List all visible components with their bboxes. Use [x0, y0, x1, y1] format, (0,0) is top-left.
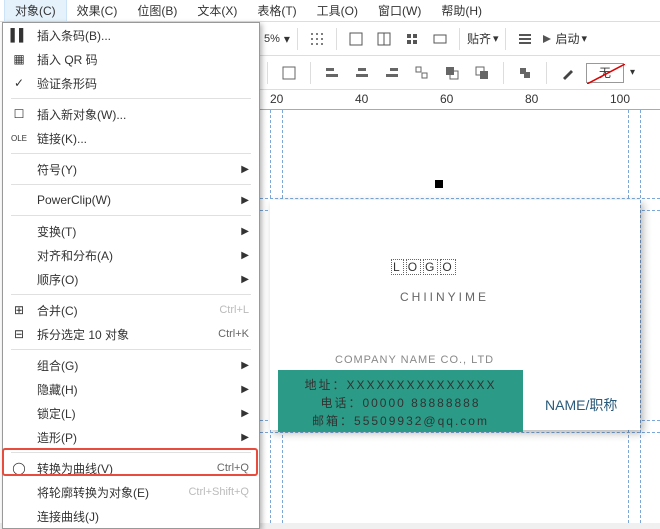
combine-icon: ⊞ [11, 302, 27, 318]
menu-tools[interactable]: 工具(O) [307, 0, 368, 21]
separator [503, 62, 504, 84]
menu-powerclip[interactable]: PowerClip(W)▶ [3, 188, 259, 212]
guide-line[interactable] [260, 432, 660, 433]
break-icon: ⊟ [11, 326, 27, 342]
canvas-workspace[interactable]: LOGO CHIINYIME COMPANY NAME CO., LTD 地址：… [260, 110, 660, 523]
menu-join-curves[interactable]: 连接曲线(J) [3, 504, 259, 528]
object-icon: ☐ [11, 106, 27, 122]
menu-window[interactable]: 窗口(W) [368, 0, 431, 21]
check-icon: ✓ [11, 75, 27, 91]
menu-separator [11, 184, 251, 185]
menu-hide[interactable]: 隐藏(H)▶ [3, 377, 259, 401]
company-text[interactable]: COMPANY NAME CO., LTD [335, 354, 494, 366]
submenu-arrow-icon: ▶ [241, 384, 249, 395]
contact-box[interactable]: 地址：XXXXXXXXXXXXXXX 电话：00000 88888888 邮箱：… [278, 370, 523, 432]
align-right-icon[interactable] [380, 61, 404, 85]
order-back-icon[interactable] [470, 61, 494, 85]
menu-symbols[interactable]: 符号(Y)▶ [3, 157, 259, 181]
menu-lock[interactable]: 锁定(L)▶ [3, 401, 259, 425]
curves-icon: ◯ [11, 460, 27, 476]
menu-help[interactable]: 帮助(H) [431, 0, 492, 21]
separator [336, 28, 337, 50]
qr-icon: ▦ [11, 51, 27, 67]
menu-combine: ⊞合并(C)Ctrl+L [3, 298, 259, 322]
separator [459, 28, 460, 50]
menu-order[interactable]: 顺序(O)▶ [3, 267, 259, 291]
menu-align-distribute[interactable]: 对齐和分布(A)▶ [3, 243, 259, 267]
menu-validate-barcode[interactable]: ✓验证条形码 [3, 71, 259, 95]
guide-line[interactable] [260, 198, 660, 199]
align-center-icon[interactable] [350, 61, 374, 85]
menu-break-apart[interactable]: ⊟拆分选定 10 对象Ctrl+K [3, 322, 259, 346]
tool-icon-c[interactable] [400, 27, 424, 51]
menu-separator [11, 452, 251, 453]
submenu-arrow-icon: ▶ [241, 195, 249, 206]
align-left-icon[interactable] [320, 61, 344, 85]
name-title-text[interactable]: NAME/职称 [545, 395, 617, 415]
menu-insert-object[interactable]: ☐插入新对象(W)... [3, 102, 259, 126]
horizontal-ruler: 20 40 60 80 100 [260, 90, 660, 110]
snap-to-dropdown[interactable]: 贴齐 ▾ [467, 30, 499, 47]
menu-bitmap[interactable]: 位图(B) [127, 0, 187, 21]
separator [310, 62, 311, 84]
menu-object[interactable]: 对象(C) [4, 0, 67, 22]
menu-shaping[interactable]: 造形(P)▶ [3, 425, 259, 449]
zoom-percent[interactable]: 5% [264, 33, 280, 45]
tool-icon-a[interactable] [344, 27, 368, 51]
tool-icon-b[interactable] [372, 27, 396, 51]
object-menu-dropdown: ▌▌插入条码(B)... ▦插入 QR 码 ✓验证条形码 ☐插入新对象(W)..… [2, 22, 260, 529]
submenu-arrow-icon: ▶ [241, 408, 249, 419]
options-icon[interactable] [513, 27, 537, 51]
menu-separator [11, 294, 251, 295]
menu-insert-barcode[interactable]: ▌▌插入条码(B)... [3, 23, 259, 47]
link-icon: OLE [11, 130, 27, 146]
menu-separator [11, 349, 251, 350]
menu-text[interactable]: 文本(X) [187, 0, 247, 21]
menu-convert-to-curves[interactable]: ◯转换为曲线(V)Ctrl+Q [3, 456, 259, 480]
menu-effects[interactable]: 效果(C) [67, 0, 128, 21]
separator [297, 28, 298, 50]
menu-separator [11, 98, 251, 99]
combine-icon[interactable] [513, 61, 537, 85]
submenu-arrow-icon: ▶ [241, 274, 249, 285]
guide-line[interactable] [640, 110, 641, 523]
fill-swatch[interactable]: 无 [586, 63, 624, 83]
menu-separator [11, 215, 251, 216]
tool-icon-d[interactable] [428, 27, 452, 51]
menu-outline-to-object: 将轮廓转换为对象(E)Ctrl+Shift+Q [3, 480, 259, 504]
menu-table[interactable]: 表格(T) [247, 0, 306, 21]
shape-tool-icon[interactable] [277, 61, 301, 85]
menu-insert-qr[interactable]: ▦插入 QR 码 [3, 47, 259, 71]
logo-text[interactable]: LOGO [390, 250, 457, 278]
pen-icon[interactable] [556, 61, 580, 85]
launch-dropdown[interactable]: 启动 ▾ [541, 30, 587, 47]
menu-group[interactable]: 组合(G)▶ [3, 353, 259, 377]
submenu-arrow-icon: ▶ [241, 226, 249, 237]
grid-dots-icon[interactable] [305, 27, 329, 51]
dropdown-arrow-icon[interactable]: ▾ [284, 32, 290, 46]
separator [546, 62, 547, 84]
menu-links[interactable]: OLE链接(K)... [3, 126, 259, 150]
order-front-icon[interactable] [440, 61, 464, 85]
submenu-arrow-icon: ▶ [241, 360, 249, 371]
address-line: 地址：XXXXXXXXXXXXXXX [288, 376, 513, 394]
dropdown-arrow-icon[interactable]: ▾ [630, 67, 635, 78]
menubar: 对象(C) 效果(C) 位图(B) 文本(X) 表格(T) 工具(O) 窗口(W… [0, 0, 660, 22]
phone-line: 电话：00000 88888888 [288, 394, 513, 412]
distribute-icon[interactable] [410, 61, 434, 85]
menu-transform[interactable]: 变换(T)▶ [3, 219, 259, 243]
selection-handle[interactable] [435, 180, 443, 188]
subtitle-text[interactable]: CHIINYIME [400, 290, 489, 304]
submenu-arrow-icon: ▶ [241, 250, 249, 261]
submenu-arrow-icon: ▶ [241, 432, 249, 443]
separator [267, 62, 268, 84]
submenu-arrow-icon: ▶ [241, 164, 249, 175]
menu-separator [11, 153, 251, 154]
separator [505, 28, 506, 50]
email-line: 邮箱：55509932@qq.com [288, 412, 513, 430]
barcode-icon: ▌▌ [11, 27, 27, 43]
